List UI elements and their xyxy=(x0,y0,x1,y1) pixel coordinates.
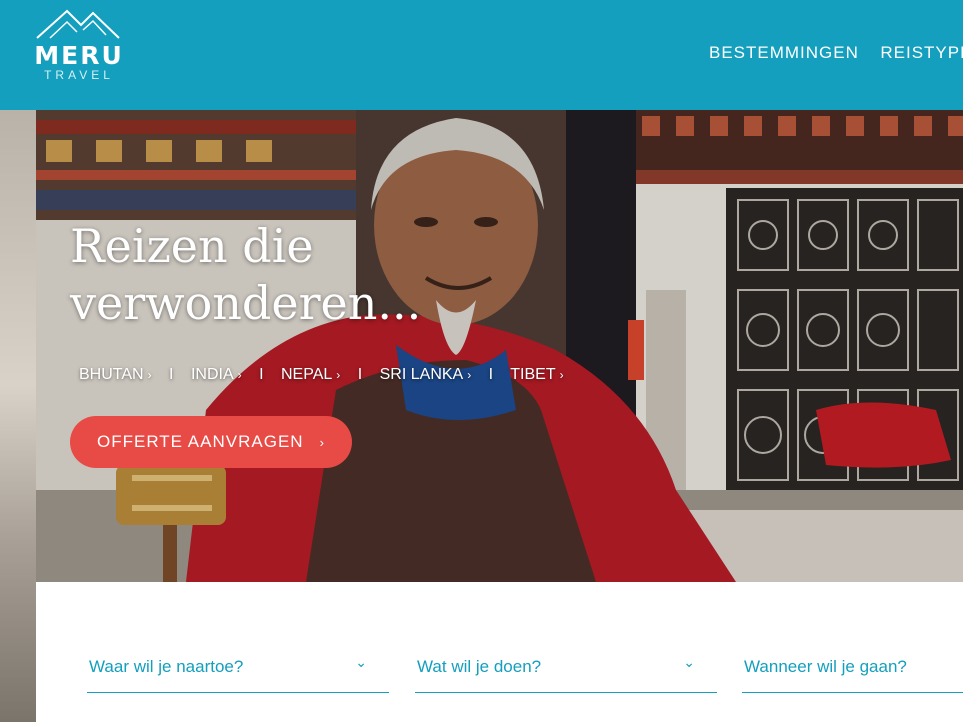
separator: I xyxy=(169,366,174,383)
activity-select[interactable]: Wat wil je doen? ⌄ xyxy=(415,652,717,693)
destination-select-label: Waar wil je naartoe? xyxy=(89,657,244,676)
nav-item-reistype[interactable]: REISTYPE xyxy=(880,43,963,63)
activity-select-label: Wat wil je doen? xyxy=(417,657,542,676)
chevron-right-icon: › xyxy=(467,368,472,382)
chevron-right-icon: › xyxy=(237,368,242,382)
date-select-label: Wanneer wil je gaan? xyxy=(744,657,907,676)
request-quote-label: OFFERTE AANVRAGEN xyxy=(97,432,304,451)
hero-title-line2: verwonderen... xyxy=(70,276,422,330)
chevron-down-icon: ⌄ xyxy=(355,654,367,670)
nav-item-bestemmingen[interactable]: BESTEMMINGEN xyxy=(709,43,859,63)
logo-name: MERU xyxy=(34,41,124,70)
chevron-right-icon: › xyxy=(559,368,564,382)
hero-title: Reizen die verwonderen... xyxy=(70,218,570,332)
main-nav: BESTEMMINGEN REISTYPE xyxy=(709,43,963,63)
destination-link-tibet[interactable]: TIBET › xyxy=(510,366,563,383)
destination-link-india[interactable]: INDIA › xyxy=(191,366,242,383)
date-select[interactable]: Wanneer wil je gaan? xyxy=(742,652,963,693)
separator: I xyxy=(357,366,363,383)
request-quote-button[interactable]: OFFERTE AANVRAGEN › xyxy=(70,416,352,468)
destination-link-nepal[interactable]: NEPAL › xyxy=(281,366,340,383)
chevron-right-icon: › xyxy=(147,368,152,382)
mountain-logo-icon xyxy=(36,9,120,39)
destination-link-sri-lanka[interactable]: SRI LANKA › xyxy=(380,366,472,383)
destination-link-bhutan[interactable]: BHUTAN › xyxy=(79,366,152,383)
separator: I xyxy=(259,366,264,383)
chevron-down-icon: ⌄ xyxy=(683,654,695,670)
chevron-right-icon: › xyxy=(336,368,341,382)
hero-title-line1: Reizen die xyxy=(70,219,314,273)
destination-select[interactable]: Waar wil je naartoe? ⌄ xyxy=(87,652,389,693)
chevron-right-icon: › xyxy=(319,435,325,450)
logo-subtitle: TRAVEL xyxy=(44,68,114,82)
hero-banner: Reizen die verwonderen... BHUTAN › I INDI… xyxy=(36,110,963,582)
site-header: MERU TRAVEL BESTEMMINGEN REISTYPE xyxy=(0,0,963,110)
destination-links: BHUTAN › I INDIA › I NEPAL › I SRI LANKA › I… xyxy=(79,366,564,384)
hero-photo xyxy=(36,110,963,582)
logo[interactable]: MERU TRAVEL xyxy=(33,8,125,84)
separator: I xyxy=(488,366,494,383)
trip-search-bar: Waar wil je naartoe? ⌄ Wat wil je doen? … xyxy=(0,582,963,722)
